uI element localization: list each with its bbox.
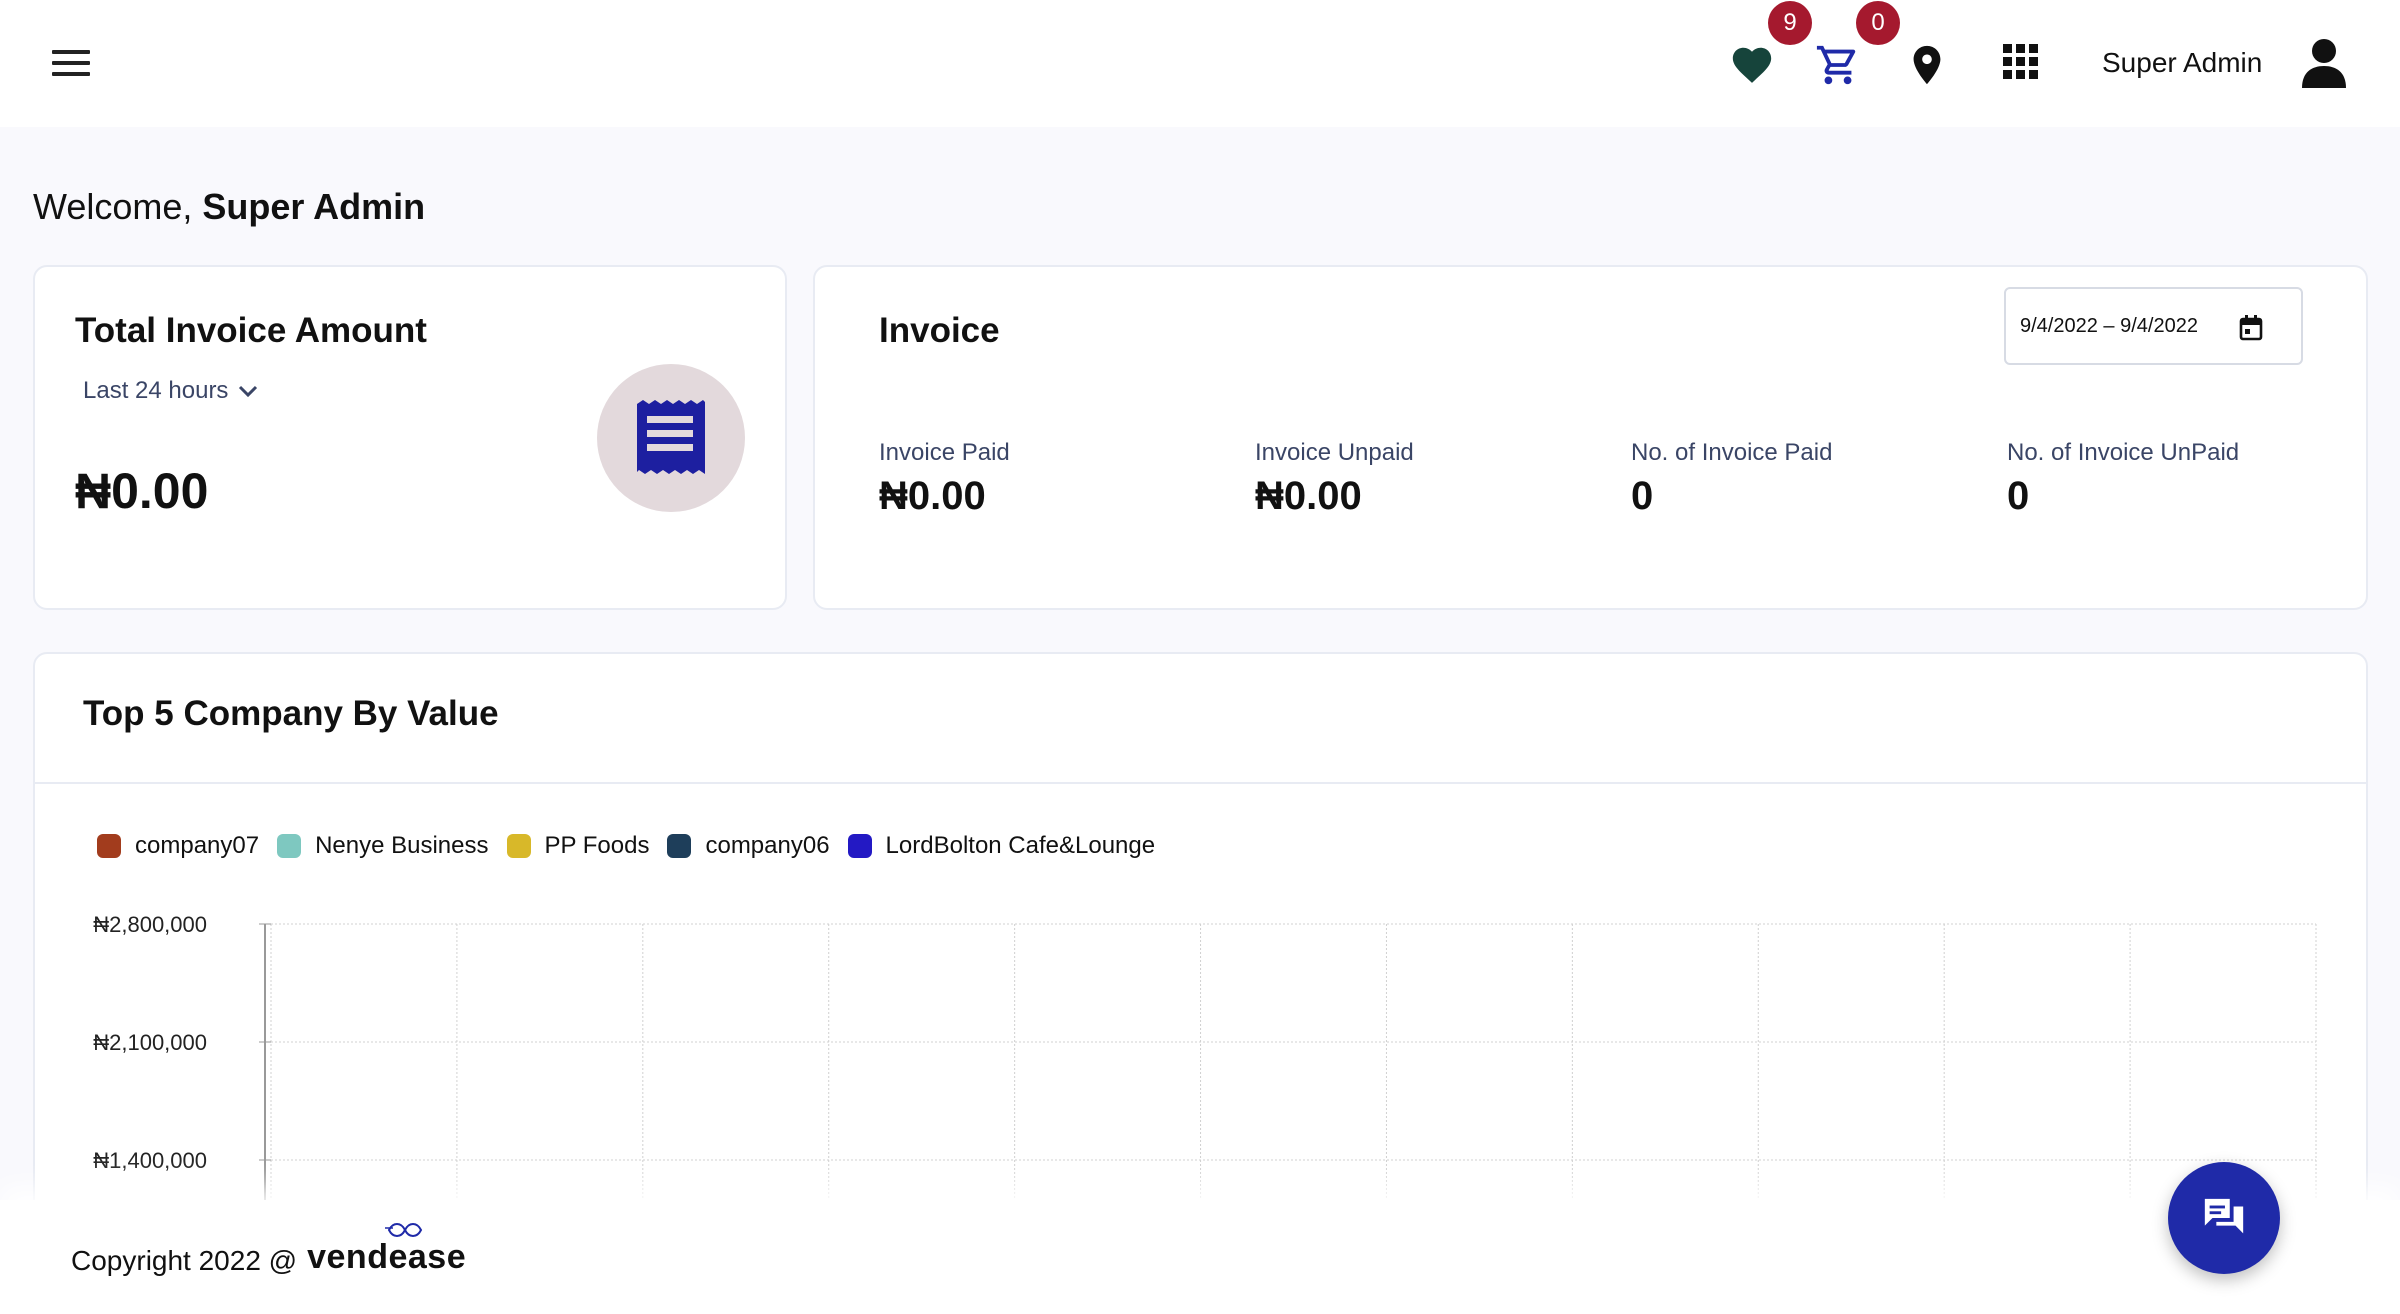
stat-invoice-unpaid-value: ₦0.00	[1255, 474, 1362, 518]
cart-icon[interactable]	[1815, 42, 1861, 88]
invoice-card: Invoice 9/4/2022 – 9/4/2022 Invoice Paid…	[813, 265, 2368, 610]
chart-y-tick-label: ₦2,800,000	[93, 914, 207, 937]
footer: Copyright 2022 @ vendease	[0, 1200, 2400, 1314]
legend-swatch	[506, 834, 531, 858]
legend-label: company06	[705, 832, 830, 859]
legend-item-company06[interactable]: company06	[667, 832, 830, 860]
wishlist-count-badge: 9	[1768, 1, 1812, 45]
legend-swatch	[667, 834, 692, 858]
apps-grid-icon[interactable]	[2003, 44, 2039, 80]
date-range-value: 9/4/2022 – 9/4/2022	[2020, 314, 2198, 337]
cart-count-badge: 0	[1856, 1, 1900, 45]
menu-icon[interactable]	[52, 50, 90, 80]
chart-y-tick-label: ₦1,400,000	[93, 1148, 207, 1173]
legend-swatch	[97, 834, 121, 858]
legend-label: Nenye Business	[315, 832, 489, 859]
location-pin-icon[interactable]	[1904, 42, 1950, 88]
stat-invoice-unpaid-label: Invoice Unpaid	[1255, 439, 1414, 466]
stat-invoice-paid-value: ₦0.00	[879, 474, 986, 518]
chart-legend: company07 Nenye Business PP Foods compan…	[97, 832, 1173, 860]
period-dropdown[interactable]: Last 24 hours	[83, 377, 258, 405]
top5-bar-chart: ₦2,800,000 ₦2,100,000 ₦1,400,000	[93, 914, 2317, 1214]
legend-item-lordbolton[interactable]: LordBolton Cafe&Lounge	[847, 832, 1156, 860]
brand-name: vendease	[307, 1238, 467, 1276]
stat-count-paid-label: No. of Invoice Paid	[1631, 439, 1833, 466]
legend-swatch	[847, 834, 872, 858]
copyright-text: Copyright 2022 @ vendease	[71, 1223, 467, 1277]
top-navbar: 9 0 Super Admin	[0, 0, 2400, 127]
total-invoice-amount: ₦0.00	[75, 463, 209, 519]
stat-invoice-paid-label: Invoice Paid	[879, 439, 1010, 466]
brand-infinity-icon	[385, 1223, 423, 1237]
chat-icon	[2204, 1198, 2244, 1234]
stat-count-unpaid-value: 0	[2007, 474, 2030, 518]
legend-item-company07[interactable]: company07	[97, 832, 259, 860]
period-label: Last 24 hours	[83, 377, 229, 404]
top5-title: Top 5 Company By Value	[83, 694, 499, 733]
welcome-heading: Welcome, Super Admin	[33, 186, 425, 228]
card-divider	[35, 782, 2366, 784]
chart-y-tick-label: ₦2,100,000	[93, 1030, 207, 1055]
date-range-picker[interactable]: 9/4/2022 – 9/4/2022	[2004, 287, 2303, 365]
legend-item-pp-foods[interactable]: PP Foods	[506, 832, 650, 860]
legend-label: LordBolton Cafe&Lounge	[885, 832, 1156, 859]
legend-label: PP Foods	[544, 832, 650, 859]
legend-item-nenye-business[interactable]: Nenye Business	[277, 832, 489, 860]
invoice-title: Invoice	[879, 311, 1000, 350]
stat-count-unpaid-label: No. of Invoice UnPaid	[2007, 439, 2240, 466]
total-invoice-card: Total Invoice Amount Last 24 hours ₦0.00	[33, 265, 787, 610]
user-avatar-icon[interactable]	[2300, 38, 2348, 90]
copyright-label: Copyright 2022 @	[71, 1245, 298, 1276]
chevron-down-icon	[239, 385, 258, 398]
welcome-name: Super Admin	[202, 186, 426, 227]
stat-count-paid-value: 0	[1631, 474, 1654, 518]
calendar-icon[interactable]	[2239, 315, 2263, 341]
heart-icon[interactable]	[1729, 42, 1775, 88]
chat-button[interactable]	[2168, 1162, 2280, 1274]
legend-swatch	[277, 834, 302, 858]
welcome-prefix: Welcome,	[33, 186, 193, 227]
user-name[interactable]: Super Admin	[2102, 47, 2262, 79]
legend-label: company07	[135, 832, 260, 859]
total-invoice-title: Total Invoice Amount	[75, 311, 427, 350]
brand-logo[interactable]: vendease	[307, 1223, 467, 1277]
receipt-icon	[597, 364, 745, 512]
